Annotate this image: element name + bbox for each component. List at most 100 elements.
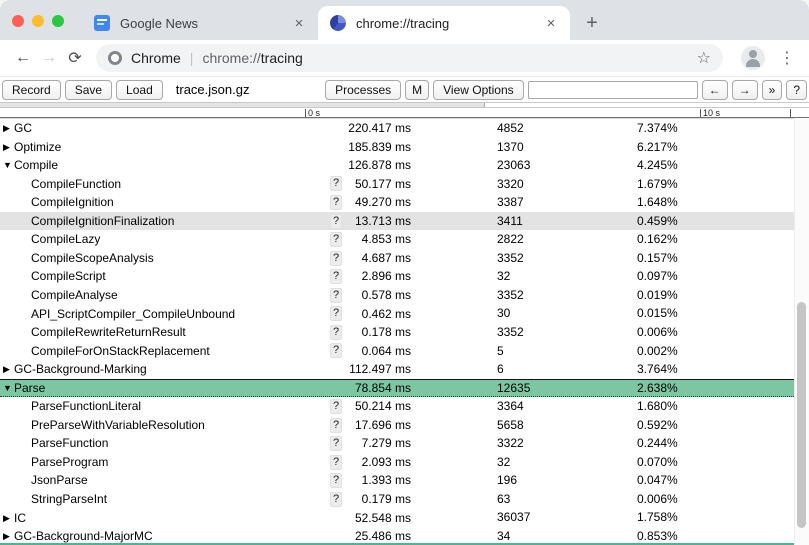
table-row[interactable]: CompileRewriteReturnResult ? 0.178 ms 33… (0, 323, 794, 342)
table-row[interactable]: CompileScopeAnalysis ? 4.687 ms 3352 0.1… (0, 249, 794, 268)
more-button[interactable]: » (762, 80, 783, 100)
close-window-button[interactable] (12, 15, 24, 27)
question-badge-icon[interactable]: ? (330, 418, 342, 433)
row-name: Optimize (14, 138, 61, 156)
question-badge-icon[interactable]: ? (330, 288, 342, 303)
table-row[interactable]: CompileScript ? 2.896 ms 32 0.097% (0, 267, 794, 286)
row-name-cell: ▶ Optimize (0, 138, 316, 157)
row-name: API_ScriptCompiler_CompileUnbound (31, 305, 235, 323)
row-count: 32 (411, 267, 637, 286)
omnibox[interactable]: Chrome | chrome:// tracing ☆ (96, 44, 723, 72)
tab-google-news[interactable]: Google News × (82, 6, 318, 40)
processes-button[interactable]: Processes (325, 80, 401, 100)
horizontal-scrollbar[interactable] (0, 102, 809, 108)
row-percent: 0.047% (637, 471, 794, 490)
row-count: 30 (411, 304, 637, 323)
row-percent: 0.019% (637, 286, 794, 305)
table-row[interactable]: ParseProgram ? 2.093 ms 32 0.070% (0, 453, 794, 472)
row-time-cell: ? 0.064 ms (316, 342, 411, 361)
table-row[interactable]: CompileIgnitionFinalization ? 13.713 ms … (0, 212, 794, 231)
row-percent: 1.680% (637, 397, 794, 416)
question-badge-icon[interactable]: ? (330, 214, 342, 229)
tab-close-icon[interactable]: × (542, 15, 560, 32)
question-badge-icon[interactable]: ? (330, 343, 342, 358)
row-count: 3411 (411, 212, 637, 231)
table-row[interactable]: ▼ Compile ? 126.878 ms 23063 4.245% (0, 156, 794, 175)
table-row[interactable]: ▼ Parse ? 78.854 ms 12635 2.638% (0, 379, 794, 398)
table-row[interactable]: StringParseInt ? 0.179 ms 63 0.006% (0, 490, 794, 509)
load-button[interactable]: Load (116, 80, 163, 100)
expand-arrow-icon[interactable]: ▶ (3, 119, 14, 137)
table-row[interactable]: CompileLazy ? 4.853 ms 2822 0.162% (0, 230, 794, 249)
expand-arrow-icon[interactable]: ▶ (3, 360, 14, 378)
find-next-button[interactable]: → (732, 80, 758, 100)
minimize-window-button[interactable] (32, 15, 44, 27)
reload-icon[interactable]: ⟳ (62, 48, 88, 68)
expand-arrow-icon[interactable]: ▶ (3, 138, 14, 156)
table-row[interactable]: ▶ GC-Background-Marking ? 112.497 ms 6 3… (0, 360, 794, 379)
table-row[interactable]: PreParseWithVariableResolution ? 17.696 … (0, 416, 794, 435)
row-time-cell: ? 185.839 ms (316, 138, 411, 157)
tab-chrome-tracing[interactable]: chrome://tracing × (318, 6, 570, 40)
find-previous-button[interactable]: ← (702, 80, 728, 100)
help-button[interactable]: ? (786, 80, 807, 100)
profile-avatar[interactable] (741, 46, 765, 70)
table-row[interactable]: ▶ GC ? 220.417 ms 4852 7.374% (0, 119, 794, 138)
expand-arrow-icon[interactable]: ▼ (3, 380, 14, 397)
row-time: 0.064 ms (342, 342, 411, 360)
row-time: 49.270 ms (342, 193, 411, 211)
vertical-scrollbar-thumb[interactable] (797, 302, 806, 528)
browser-menu-icon[interactable]: ⋮ (775, 48, 799, 68)
search-input[interactable] (528, 81, 698, 99)
record-button[interactable]: Record (2, 80, 61, 100)
save-button[interactable]: Save (65, 80, 112, 100)
table-row[interactable]: ParseFunction ? 7.279 ms 3322 0.244% (0, 434, 794, 453)
expand-arrow-icon[interactable]: ▶ (3, 509, 14, 527)
forward-icon[interactable]: → (36, 49, 62, 67)
table-row[interactable]: CompileForOnStackReplacement ? 0.064 ms … (0, 342, 794, 361)
row-name: CompileLazy (31, 230, 100, 248)
row-count: 3320 (411, 175, 637, 194)
question-badge-icon[interactable]: ? (330, 399, 342, 414)
question-badge-icon[interactable]: ? (330, 195, 342, 210)
row-name-cell: ▼ Compile (0, 156, 316, 175)
site-label: Chrome (131, 50, 181, 66)
question-badge-icon[interactable]: ? (330, 492, 342, 507)
table-row[interactable]: ParseFunctionLiteral ? 50.214 ms 3364 1.… (0, 397, 794, 416)
question-badge-icon[interactable]: ? (330, 269, 342, 284)
view-options-button[interactable]: View Options (433, 80, 523, 100)
table-row[interactable]: CompileIgnition ? 49.270 ms 3387 1.648% (0, 193, 794, 212)
question-badge-icon[interactable]: ? (330, 176, 342, 191)
question-badge-icon[interactable]: ? (330, 455, 342, 470)
row-name: CompileFunction (31, 175, 121, 193)
question-badge-icon[interactable]: ? (330, 436, 342, 451)
table-row[interactable]: API_ScriptCompiler_CompileUnbound ? 0.46… (0, 304, 794, 323)
fullscreen-window-button[interactable] (52, 15, 64, 27)
row-time-cell: ? 1.393 ms (316, 471, 411, 490)
row-time-cell: ? 126.878 ms (316, 156, 411, 175)
row-name-cell: ▶ IC (0, 508, 316, 527)
table-row[interactable]: JsonParse ? 1.393 ms 196 0.047% (0, 471, 794, 490)
vertical-scrollbar[interactable] (794, 118, 809, 545)
question-badge-icon[interactable]: ? (330, 251, 342, 266)
horizontal-scrollbar-thumb[interactable] (0, 103, 485, 107)
tab-close-icon[interactable]: × (290, 15, 308, 32)
table-row[interactable]: ▶ Optimize ? 185.839 ms 1370 6.217% (0, 138, 794, 157)
question-badge-icon[interactable]: ? (330, 473, 342, 488)
row-name-cell: CompileAnalyse (0, 286, 316, 305)
new-tab-button[interactable]: + (578, 9, 606, 37)
table-row[interactable]: CompileAnalyse ? 0.578 ms 3352 0.019% (0, 286, 794, 305)
metadata-button[interactable]: M (405, 80, 429, 100)
back-icon[interactable]: ← (10, 49, 36, 67)
table-row[interactable]: ▶ IC ? 52.548 ms 36037 1.758% (0, 508, 794, 527)
row-percent: 1.758% (637, 508, 794, 527)
expand-arrow-icon[interactable]: ▼ (3, 156, 14, 174)
bookmark-star-icon[interactable]: ☆ (693, 48, 715, 68)
table-row[interactable]: CompileFunction ? 50.177 ms 3320 1.679% (0, 175, 794, 194)
question-badge-icon[interactable]: ? (330, 232, 342, 247)
question-badge-icon[interactable]: ? (330, 325, 342, 340)
row-time: 0.178 ms (342, 323, 411, 341)
row-count: 32 (411, 453, 637, 472)
question-badge-icon[interactable]: ? (330, 306, 342, 321)
row-percent: 0.002% (637, 342, 794, 361)
